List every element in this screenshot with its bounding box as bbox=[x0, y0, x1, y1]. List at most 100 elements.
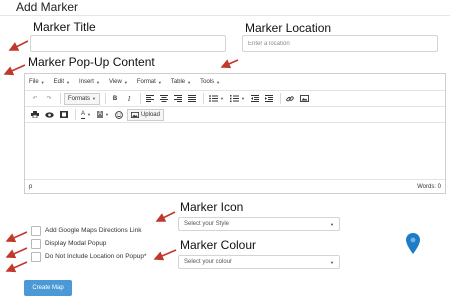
formats-dropdown[interactable]: Formats ▼ bbox=[64, 92, 100, 105]
marker-colour-select[interactable]: Select your colour ▼ bbox=[178, 255, 340, 269]
menu-format[interactable]: Format ▼ bbox=[137, 79, 162, 85]
align-justify-button[interactable] bbox=[186, 93, 198, 105]
italic-icon: I bbox=[127, 94, 131, 103]
arrow-checkbox-3 bbox=[5, 261, 28, 273]
align-right-button[interactable] bbox=[172, 93, 184, 105]
image-icon bbox=[130, 111, 139, 118]
link-icon bbox=[286, 95, 294, 101]
menu-file[interactable]: File ▼ bbox=[29, 79, 45, 85]
menu-tools[interactable]: Tools ▼ bbox=[200, 79, 220, 85]
marker-location-label: Marker Location bbox=[245, 21, 332, 35]
chevron-down-icon: ▼ bbox=[216, 79, 221, 85]
menu-label: View bbox=[108, 79, 122, 85]
directions-link-checkbox[interactable] bbox=[31, 226, 41, 236]
editor-content-area[interactable] bbox=[25, 122, 445, 180]
create-map-button[interactable]: Create Map bbox=[24, 280, 72, 296]
bold-button[interactable]: B bbox=[109, 93, 121, 105]
menu-view[interactable]: View ▼ bbox=[109, 79, 128, 85]
italic-button[interactable]: I bbox=[123, 93, 135, 105]
toolbar-divider bbox=[279, 93, 281, 104]
menu-label: Tools bbox=[200, 79, 215, 85]
modal-popup-label: Display Modal Popup bbox=[45, 240, 107, 247]
redo-button[interactable]: ↷ bbox=[43, 93, 55, 105]
map-pin-icon bbox=[406, 233, 420, 254]
print-button[interactable] bbox=[29, 109, 41, 121]
chevron-down-icon: ▼ bbox=[123, 79, 128, 85]
toolbar-divider bbox=[139, 93, 141, 104]
chevron-down-icon: ▼ bbox=[92, 96, 96, 101]
insert-link-button[interactable] bbox=[284, 93, 296, 105]
bullet-list-icon bbox=[209, 95, 218, 102]
marker-colour-label: Marker Colour bbox=[180, 238, 257, 252]
menu-label: File bbox=[29, 79, 39, 85]
outdent-icon bbox=[250, 95, 259, 102]
chevron-down-icon: ▼ bbox=[87, 112, 91, 117]
align-center-button[interactable] bbox=[158, 93, 170, 105]
arrow-location bbox=[220, 59, 239, 69]
indent-button[interactable] bbox=[263, 93, 275, 105]
emoticons-button[interactable] bbox=[113, 109, 125, 121]
arrow-icon bbox=[155, 211, 176, 222]
arrow-checkbox-2 bbox=[5, 247, 28, 259]
chevron-down-icon: ▼ bbox=[240, 96, 245, 101]
insert-media-button[interactable] bbox=[58, 109, 70, 121]
editor-menubar: File ▼ Edit ▼ Insert ▼ View ▼ Format ▼ Table ▼… bbox=[25, 74, 445, 90]
insert-image-button[interactable] bbox=[298, 93, 311, 105]
directions-link-label: Add Google Maps Directions Link bbox=[45, 227, 142, 234]
editor-toolbar-row-1: ↶ ↷ Formats ▼ B I ▼ ▼ bbox=[25, 90, 445, 106]
toolbar-divider bbox=[75, 109, 76, 120]
redo-icon: ↷ bbox=[46, 96, 52, 102]
align-center-icon bbox=[159, 95, 168, 102]
menu-label: Table bbox=[170, 79, 186, 85]
word-count: Words: 0 bbox=[417, 183, 441, 190]
arrow-popup bbox=[3, 64, 26, 76]
background-color-button[interactable]: A ▼ bbox=[95, 109, 111, 121]
arrow-title bbox=[8, 40, 29, 51]
chevron-down-icon: ▼ bbox=[330, 221, 334, 227]
marker-title-label: Marker Title bbox=[33, 20, 96, 34]
menu-label: Insert bbox=[78, 79, 94, 85]
page-title: Add Marker bbox=[16, 0, 79, 14]
undo-icon: ↶ bbox=[32, 96, 38, 102]
chevron-down-icon: ▼ bbox=[157, 79, 162, 85]
numbered-list-icon bbox=[229, 95, 239, 102]
undo-button[interactable]: ↶ bbox=[29, 93, 41, 105]
outdent-button[interactable] bbox=[249, 93, 261, 105]
chevron-down-icon: ▼ bbox=[219, 96, 224, 101]
editor-toolbar-row-2: A ▼ A ▼ Upload bbox=[25, 106, 445, 122]
marker-icon-label: Marker Icon bbox=[180, 200, 244, 214]
align-left-button[interactable] bbox=[144, 93, 156, 105]
bullet-list-button[interactable]: ▼ bbox=[207, 93, 226, 105]
rich-text-editor: File ▼ Edit ▼ Insert ▼ View ▼ Format ▼ Table ▼… bbox=[24, 73, 446, 194]
chevron-down-icon: ▼ bbox=[40, 79, 45, 85]
select-value: Select your colour bbox=[184, 259, 233, 265]
align-right-icon bbox=[173, 95, 182, 102]
marker-style-select[interactable]: Select your Style ▼ bbox=[178, 217, 340, 231]
numbered-list-button[interactable]: ▼ bbox=[228, 93, 247, 105]
toolbar-divider bbox=[202, 93, 204, 104]
popup-content-label: Marker Pop-Up Content bbox=[28, 55, 155, 69]
preview-button[interactable] bbox=[43, 109, 56, 121]
indent-icon bbox=[264, 95, 273, 102]
select-value: Select your Style bbox=[184, 221, 230, 227]
marker-title-input[interactable] bbox=[30, 35, 226, 52]
toolbar-divider bbox=[104, 93, 106, 104]
menu-table[interactable]: Table ▼ bbox=[171, 79, 191, 85]
menu-insert[interactable]: Insert ▼ bbox=[79, 79, 100, 85]
text-color-button[interactable]: A ▼ bbox=[79, 109, 93, 121]
exclude-location-checkbox[interactable] bbox=[31, 252, 41, 262]
align-justify-icon bbox=[187, 95, 196, 102]
chevron-down-icon: ▼ bbox=[187, 79, 192, 85]
chevron-down-icon: ▼ bbox=[65, 79, 70, 85]
text-color-icon: A bbox=[81, 110, 86, 119]
preview-icon bbox=[45, 111, 54, 118]
menu-edit[interactable]: Edit ▼ bbox=[54, 79, 70, 85]
marker-location-input[interactable] bbox=[242, 35, 438, 52]
menu-label: Edit bbox=[53, 79, 64, 85]
arrow-checkbox-1 bbox=[5, 231, 28, 243]
chevron-down-icon: ▼ bbox=[95, 79, 100, 85]
upload-button[interactable]: Upload bbox=[126, 108, 164, 121]
media-icon bbox=[60, 111, 68, 118]
element-path[interactable]: p bbox=[29, 184, 32, 190]
modal-popup-checkbox[interactable] bbox=[31, 239, 41, 249]
